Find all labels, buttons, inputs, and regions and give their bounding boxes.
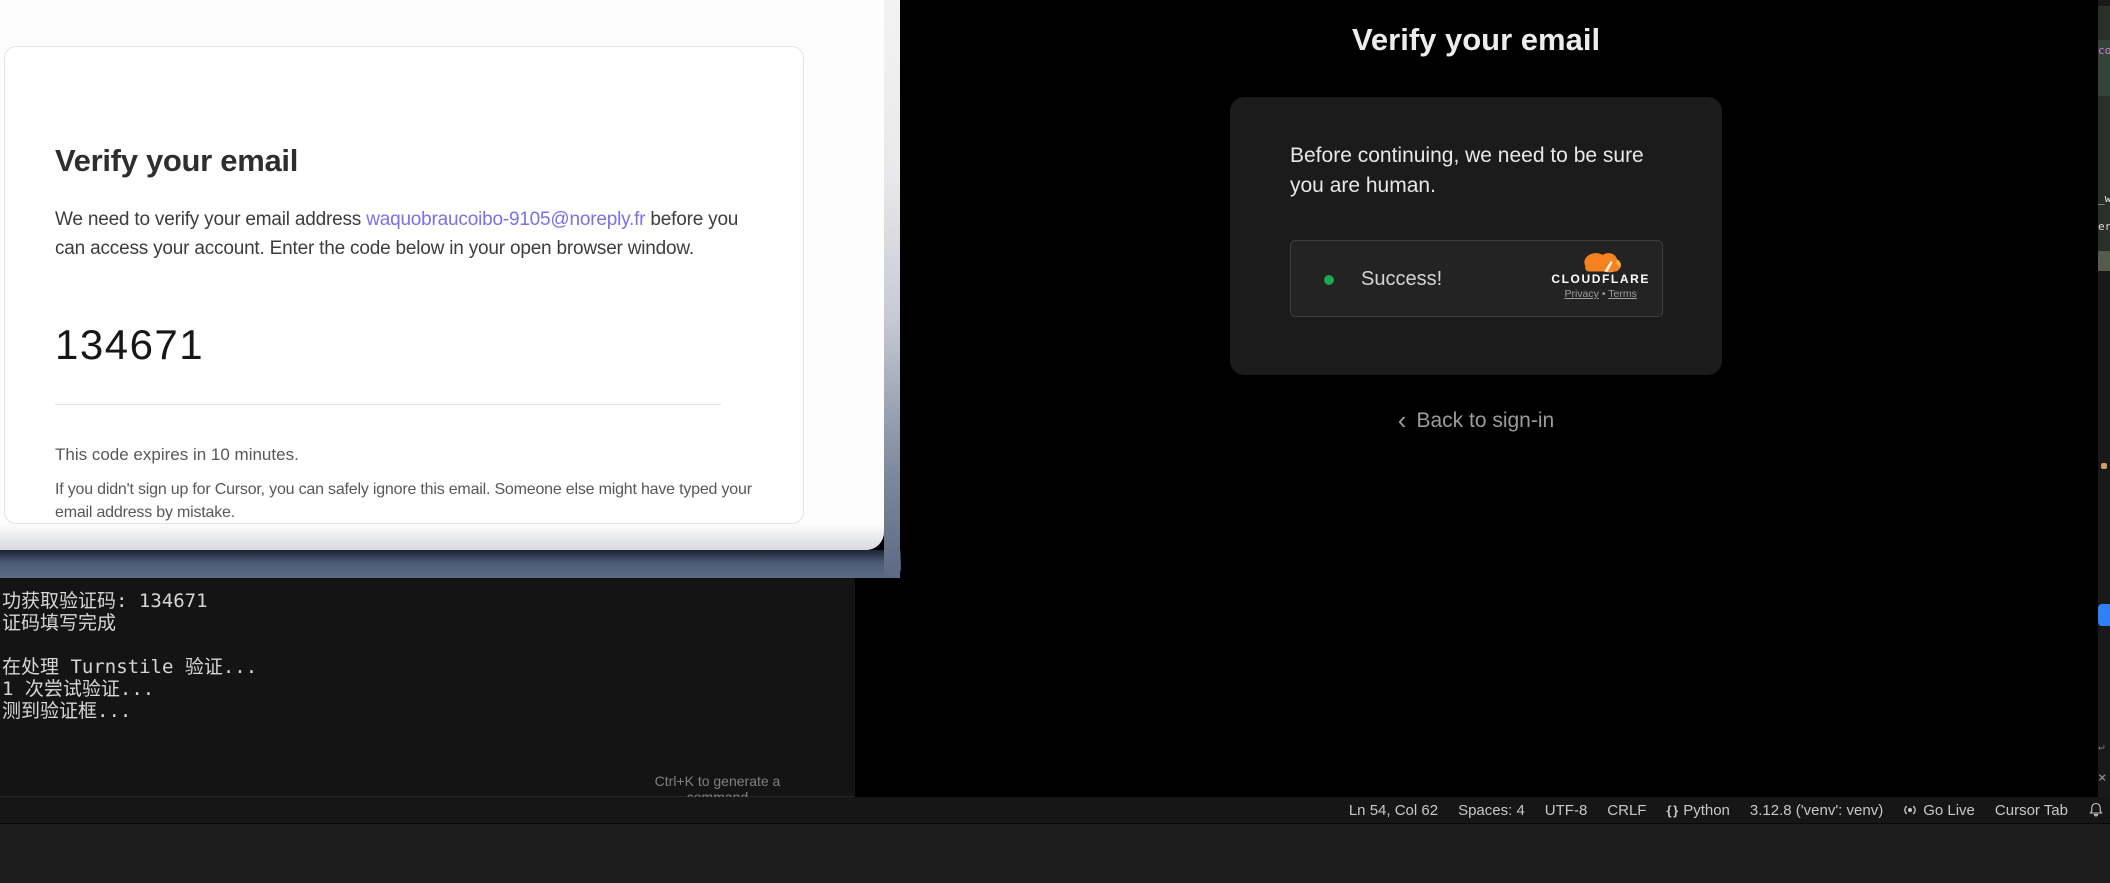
human-check-card: Before continuing, we need to be sure yo… [1230,97,1722,375]
editor-code-fragment: co [2098,44,2110,57]
email-body-prefix: We need to verify your email address [55,209,366,230]
editor-code-fragment: er [2098,220,2110,233]
back-to-signin-label: Back to sign-in [1416,409,1554,432]
cloudflare-cloud-icon [1575,249,1627,274]
broadcast-icon [1903,803,1917,817]
email-window-scrollbar[interactable] [884,0,900,578]
terminal-panel[interactable]: 功获取验证码: 134671 证码填写完成 在处理 Turnstile 验证..… [0,578,855,797]
page-title: Verify your email [1230,22,1722,58]
editor-marker-dot [2101,463,2107,469]
braces-icon: { } [1666,803,1677,818]
verification-code: 134671 [55,321,204,369]
cursor-tab-status[interactable]: Cursor Tab [1995,802,2068,819]
email-window: Verify your email We need to verify your… [0,0,884,550]
email-address-link[interactable]: waquobraucoibo-9105@noreply.fr [366,209,645,230]
sidebar-button-sliver[interactable] [2098,604,2110,626]
go-live-label: Go Live [1923,802,1975,819]
privacy-link[interactable]: Privacy [1564,288,1598,300]
turnstile-links: Privacy • Terms [1564,288,1636,300]
editor-edge-sliver: co _w er ↵ × [2098,0,2110,797]
editor-code-fragment: _w [2098,192,2110,205]
language-status[interactable]: { } Python [1666,802,1729,819]
email-title: Verify your email [55,143,298,179]
close-icon[interactable]: × [2098,770,2110,786]
chevron-left-icon: ‹ [1398,405,1407,435]
encoding-status[interactable]: UTF-8 [1545,802,1588,819]
indentation-status[interactable]: Spaces: 4 [1458,802,1525,819]
eol-status[interactable]: CRLF [1607,802,1646,819]
email-content-card: Verify your email We need to verify your… [4,46,804,524]
terminal-line: 测到验证框... [2,696,131,723]
terms-link[interactable]: Terms [1608,288,1637,300]
links-separator: • [1602,288,1606,300]
cursor-position-status[interactable]: Ln 54, Col 62 [1349,802,1438,819]
return-icon: ↵ [2098,740,2110,753]
terminal-line: 证码填写完成 [2,608,116,635]
cloudflare-brand-block: CLOUDFLARE Privacy • Terms [1551,249,1650,300]
divider [55,404,721,405]
language-label: Python [1683,802,1730,819]
go-live-button[interactable]: Go Live [1903,802,1975,819]
email-window-shadow [0,550,901,578]
notification-bell-icon[interactable] [2088,802,2104,818]
email-body-text: We need to verify your email address waq… [55,205,747,263]
status-bar: Ln 54, Col 62 Spaces: 4 UTF-8 CRLF { } Py… [0,797,2110,823]
editor-sliver-block [2098,251,2110,271]
python-interpreter-status[interactable]: 3.12.8 ('venv': venv) [1750,802,1883,819]
desktop-screen: co _w er ↵ × Verify your email We need t… [0,0,2110,883]
cloudflare-wordmark: CLOUDFLARE [1551,272,1650,286]
code-expiry-note: This code expires in 10 minutes. [55,445,299,465]
back-to-signin-link[interactable]: ‹ Back to sign-in [1230,405,1722,436]
editor-sliver-block [2098,6,2110,40]
cloudflare-turnstile-widget[interactable]: Success! CLOUDFLARE Privacy • Terms [1290,240,1663,317]
turnstile-status: Success! [1361,268,1442,291]
success-dot-icon [1324,275,1334,285]
taskbar: ⚙ ☁ 中 S 1:43 PM [0,823,2110,883]
human-check-text: Before continuing, we need to be sure yo… [1290,141,1666,201]
ignore-note: If you didn't sign up for Cursor, you ca… [55,478,761,524]
